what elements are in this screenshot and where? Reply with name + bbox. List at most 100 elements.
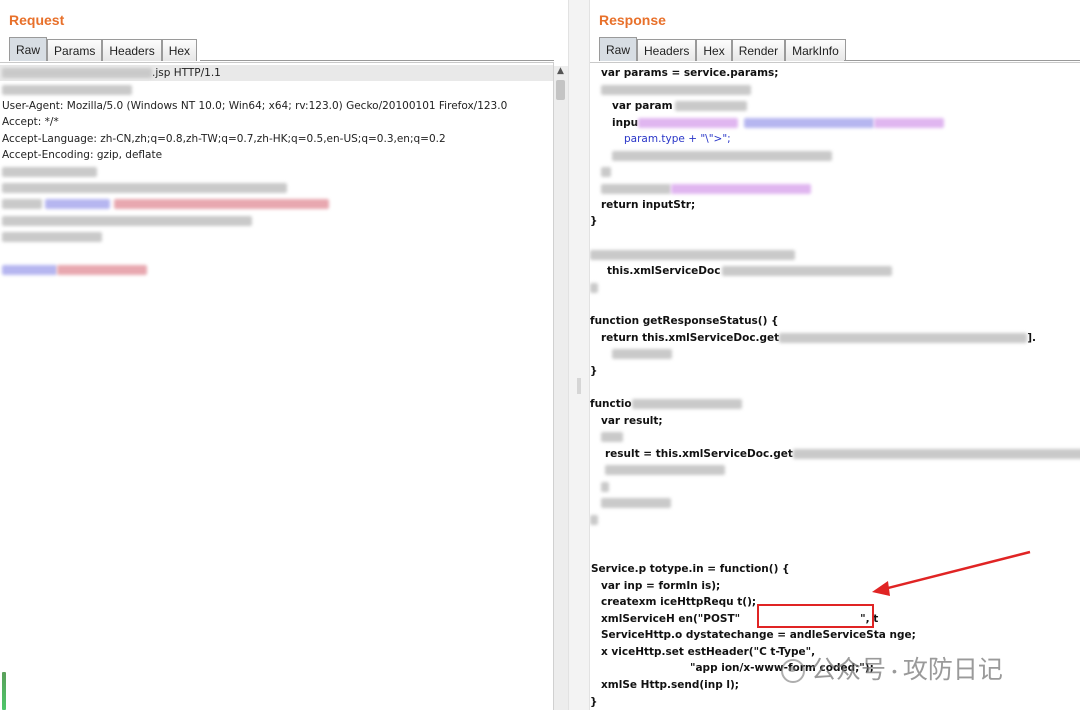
request-line-1: .jsp HTTP/1.1 xyxy=(0,65,553,81)
redacted-block xyxy=(2,85,132,95)
code-line-redacted xyxy=(601,181,811,197)
code-line: inpu xyxy=(612,115,945,131)
redacted-block xyxy=(601,167,611,177)
code-line: } xyxy=(590,215,598,227)
request-line-accept-encoding: Accept-Encoding: gzip, deflate xyxy=(2,149,163,161)
code-line: functio xyxy=(590,396,742,412)
request-line-redacted xyxy=(2,164,97,180)
code-text: functio xyxy=(590,398,632,410)
response-tab-baseline xyxy=(844,60,1080,61)
response-tab-markinfo[interactable]: MarkInfo xyxy=(785,39,846,61)
code-line: Service.p totype.in = function() { xyxy=(591,563,790,575)
redacted-block xyxy=(2,167,97,177)
request-scrollbar[interactable]: ▲ xyxy=(553,66,568,710)
code-line: var result; xyxy=(601,415,663,427)
redacted-block xyxy=(744,118,875,128)
request-tab-hex[interactable]: Hex xyxy=(161,39,198,61)
request-line-2 xyxy=(2,82,132,98)
code-text: result = this.xmlServiceDoc.get xyxy=(605,448,793,460)
split-pane-divider[interactable] xyxy=(568,0,590,710)
response-tab-render[interactable]: Render xyxy=(731,39,786,61)
redacted-block xyxy=(2,265,57,275)
redacted-block xyxy=(671,184,811,194)
code-line-redacted xyxy=(612,346,672,362)
code-line: return this.xmlServiceDoc.get]. xyxy=(601,330,1036,346)
request-line-redacted xyxy=(2,213,252,229)
redacted-block xyxy=(601,432,623,442)
code-line: function getResponseStatus() { xyxy=(590,315,779,327)
wechat-icon xyxy=(781,659,805,684)
redacted-block xyxy=(605,465,725,475)
redacted-block xyxy=(590,283,598,293)
response-tab-raw[interactable]: Raw xyxy=(599,37,638,61)
redacted-block xyxy=(674,101,747,111)
request-line-redacted xyxy=(2,196,329,212)
redacted-block xyxy=(45,199,111,209)
code-line: result = this.xmlServiceDoc.get xyxy=(605,446,1080,462)
request-line-redacted xyxy=(2,262,147,278)
code-line: var inp = formIn is); xyxy=(601,580,721,592)
progress-indicator xyxy=(2,672,6,710)
redacted-block xyxy=(601,482,609,492)
request-tab-headers[interactable]: Headers xyxy=(102,39,162,61)
redacted-block xyxy=(638,118,739,128)
code-line: xmlSe Http.send(inp l); xyxy=(601,679,739,691)
redacted-block xyxy=(874,118,945,128)
code-line: } xyxy=(590,365,598,377)
redacted-block xyxy=(2,68,152,78)
redacted-block xyxy=(631,399,742,409)
scroll-up-arrow-icon[interactable]: ▲ xyxy=(557,66,564,76)
request-panel: Request Raw Params Headers Hex .jsp HTTP… xyxy=(0,0,568,710)
redacted-block xyxy=(2,183,287,193)
scrollbar-thumb[interactable] xyxy=(556,80,565,100)
redacted-block xyxy=(612,349,672,359)
request-line-redacted xyxy=(2,180,287,196)
request-title: Request xyxy=(9,12,65,28)
request-editor[interactable]: .jsp HTTP/1.1 User-Agent: Mozilla/5.0 (W… xyxy=(0,62,554,710)
code-line-redacted xyxy=(601,82,751,98)
redacted-block xyxy=(779,333,1028,343)
redacted-block xyxy=(2,232,102,242)
redacted-block xyxy=(57,265,147,275)
code-line: createxm iceHttpRequ t(); xyxy=(601,596,757,608)
redacted-block xyxy=(792,449,1080,459)
code-line-redacted xyxy=(605,462,725,478)
code-line: param.type + "\">"; xyxy=(624,133,731,145)
redacted-block xyxy=(601,498,671,508)
divider-grip[interactable] xyxy=(577,378,581,394)
code-line-redacted xyxy=(601,495,671,511)
redacted-block xyxy=(113,199,329,209)
watermark-channel: 公众号 xyxy=(811,656,887,684)
redacted-block xyxy=(590,250,795,260)
response-title: Response xyxy=(599,12,666,28)
redacted-block xyxy=(612,151,832,161)
code-line-redacted xyxy=(612,148,832,164)
redacted-block xyxy=(722,266,893,276)
code-line: } xyxy=(590,696,598,708)
code-line: return inputStr; xyxy=(601,199,696,211)
request-line-redacted xyxy=(2,229,102,245)
request-line-user-agent: User-Agent: Mozilla/5.0 (Windows NT 10.0… xyxy=(2,100,508,112)
response-tab-hex[interactable]: Hex xyxy=(696,39,732,61)
code-line: var param xyxy=(612,98,747,114)
red-highlight-box xyxy=(757,604,874,628)
code-line-redacted xyxy=(590,512,598,528)
response-tab-headers[interactable]: Headers xyxy=(637,39,697,61)
code-line-redacted xyxy=(590,280,598,296)
request-tab-params[interactable]: Params xyxy=(47,39,103,61)
redacted-block xyxy=(601,85,751,95)
code-line xyxy=(601,164,611,180)
request-line-accept-language: Accept-Language: zh-CN,zh;q=0.8,zh-TW;q=… xyxy=(2,133,446,145)
redacted-block xyxy=(2,216,252,226)
request-tabs: Raw Params Headers Hex xyxy=(9,37,198,61)
code-text: var param xyxy=(612,100,673,112)
watermark-name: 攻防日记 xyxy=(902,656,1003,684)
code-line-redacted xyxy=(601,479,609,495)
request-tab-raw[interactable]: Raw xyxy=(9,37,48,61)
redacted-block xyxy=(590,515,598,525)
code-text: return this.xmlServiceDoc.get xyxy=(601,332,780,344)
redacted-block xyxy=(2,199,42,209)
code-line: ServiceHttp.o dystatechange = andleServi… xyxy=(601,629,916,641)
request-line-text: .jsp HTTP/1.1 xyxy=(152,67,221,79)
code-line: var params = service.params; xyxy=(601,67,779,79)
